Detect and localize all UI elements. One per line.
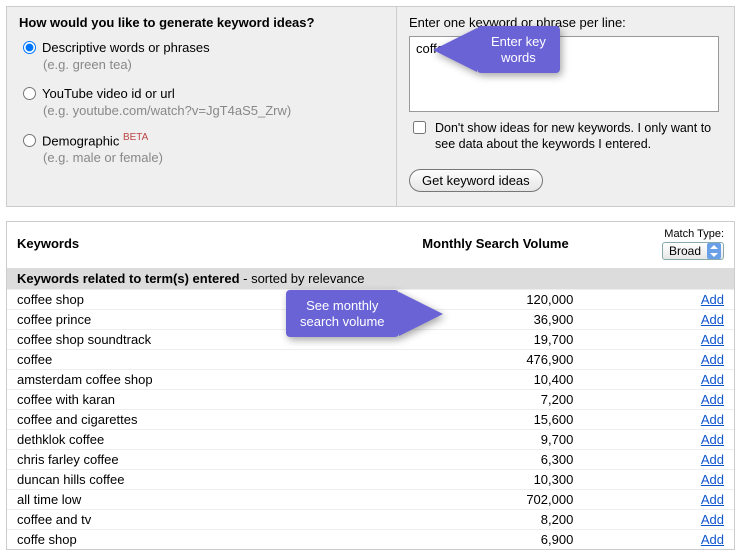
results-header: Keywords Monthly Search Volume Match Typ… [7, 222, 734, 268]
volume-cell: 10,400 [410, 369, 634, 389]
callout-search-volume: See monthly search volume [286, 290, 443, 337]
callout-enter-text: Enter key words [477, 26, 560, 73]
add-link[interactable]: Add [701, 332, 724, 347]
add-link[interactable]: Add [701, 412, 724, 427]
volume-cell: 6,300 [410, 449, 634, 469]
keyword-cell: coffee and cigarettes [7, 409, 410, 429]
add-link[interactable]: Add [701, 452, 724, 467]
volume-cell: 19,700 [410, 329, 634, 349]
volume-cell: 9,700 [410, 429, 634, 449]
keyword-cell: all time low [7, 489, 410, 509]
add-link[interactable]: Add [701, 512, 724, 527]
volume-cell: 10,300 [410, 469, 634, 489]
volume-cell: 8,200 [410, 509, 634, 529]
table-row: coffee476,900 Add [7, 349, 734, 369]
keyword-cell: duncan hills coffee [7, 469, 410, 489]
beta-badge: BETA [123, 132, 148, 143]
keyword-cell: coffee with karan [7, 389, 410, 409]
match-type-value: Broad [669, 244, 701, 258]
volume-cell: 7,200 [410, 389, 634, 409]
only-entered-checkbox[interactable] [413, 121, 426, 134]
table-row: all time low702,000 Add [7, 489, 734, 509]
table-row: dethklok coffee9,700 Add [7, 429, 734, 449]
arrow-right-icon [399, 292, 443, 336]
add-link[interactable]: Add [701, 392, 724, 407]
add-link[interactable]: Add [701, 492, 724, 507]
add-link[interactable]: Add [701, 352, 724, 367]
keyword-cell: chris farley coffee [7, 449, 410, 469]
add-link[interactable]: Add [701, 312, 724, 327]
method-column: How would you like to generate keyword i… [7, 7, 397, 206]
col-volume: Monthly Search Volume [377, 236, 614, 251]
add-link[interactable]: Add [701, 472, 724, 487]
table-row: duncan hills coffee10,300 Add [7, 469, 734, 489]
hint-youtube: (e.g. youtube.com/watch?v=JgT4aS5_Zrw) [43, 103, 384, 118]
radio-descriptive[interactable] [23, 41, 36, 54]
get-ideas-button[interactable]: Get keyword ideas [409, 169, 543, 192]
panel-title: How would you like to generate keyword i… [19, 15, 384, 30]
keyword-cell: coffee [7, 349, 410, 369]
radio-youtube[interactable] [23, 87, 36, 100]
volume-cell: 120,000 [410, 289, 634, 309]
keyword-cell: coffee and tv [7, 509, 410, 529]
radio-demographic[interactable] [23, 134, 36, 147]
arrow-left-icon [433, 28, 477, 72]
add-link[interactable]: Add [701, 372, 724, 387]
generation-panel: How would you like to generate keyword i… [6, 6, 735, 207]
results-panel: Keywords Monthly Search Volume Match Typ… [6, 221, 735, 550]
col-keywords: Keywords [17, 236, 377, 251]
add-link[interactable]: Add [701, 432, 724, 447]
select-arrows-icon [707, 243, 721, 259]
table-row: amsterdam coffee shop10,400 Add [7, 369, 734, 389]
radio-youtube-label: YouTube video id or url [42, 86, 175, 101]
table-row: coffee and cigarettes15,600 Add [7, 409, 734, 429]
keyword-cell: dethklok coffee [7, 429, 410, 449]
volume-cell: 15,600 [410, 409, 634, 429]
keyword-cell: amsterdam coffee shop [7, 369, 410, 389]
match-type-label: Match Type: [614, 228, 724, 240]
add-link[interactable]: Add [701, 292, 724, 307]
table-row: coffe shop6,900 Add [7, 529, 734, 549]
volume-cell: 36,900 [410, 309, 634, 329]
hint-demographic: (e.g. male or female) [43, 150, 384, 165]
add-link[interactable]: Add [701, 532, 724, 547]
table-row: coffee with karan7,200 Add [7, 389, 734, 409]
volume-cell: 702,000 [410, 489, 634, 509]
volume-cell: 476,900 [410, 349, 634, 369]
table-row: coffee and tv8,200 Add [7, 509, 734, 529]
only-entered-label: Don't show ideas for new keywords. I onl… [435, 120, 722, 153]
keyword-cell: coffe shop [7, 529, 410, 549]
match-type-group: Match Type: Broad [614, 228, 724, 260]
callout-volume-text: See monthly search volume [286, 290, 399, 337]
radio-descriptive-label: Descriptive words or phrases [42, 40, 210, 55]
results-subheader: Keywords related to term(s) entered - so… [7, 268, 734, 289]
match-type-select[interactable]: Broad [662, 242, 724, 260]
radio-demographic-label: Demographic BETA [42, 132, 148, 148]
callout-enter-keywords: Enter key words [433, 26, 560, 73]
hint-descriptive: (e.g. green tea) [43, 57, 384, 72]
table-row: chris farley coffee6,300 Add [7, 449, 734, 469]
volume-cell: 6,900 [410, 529, 634, 549]
